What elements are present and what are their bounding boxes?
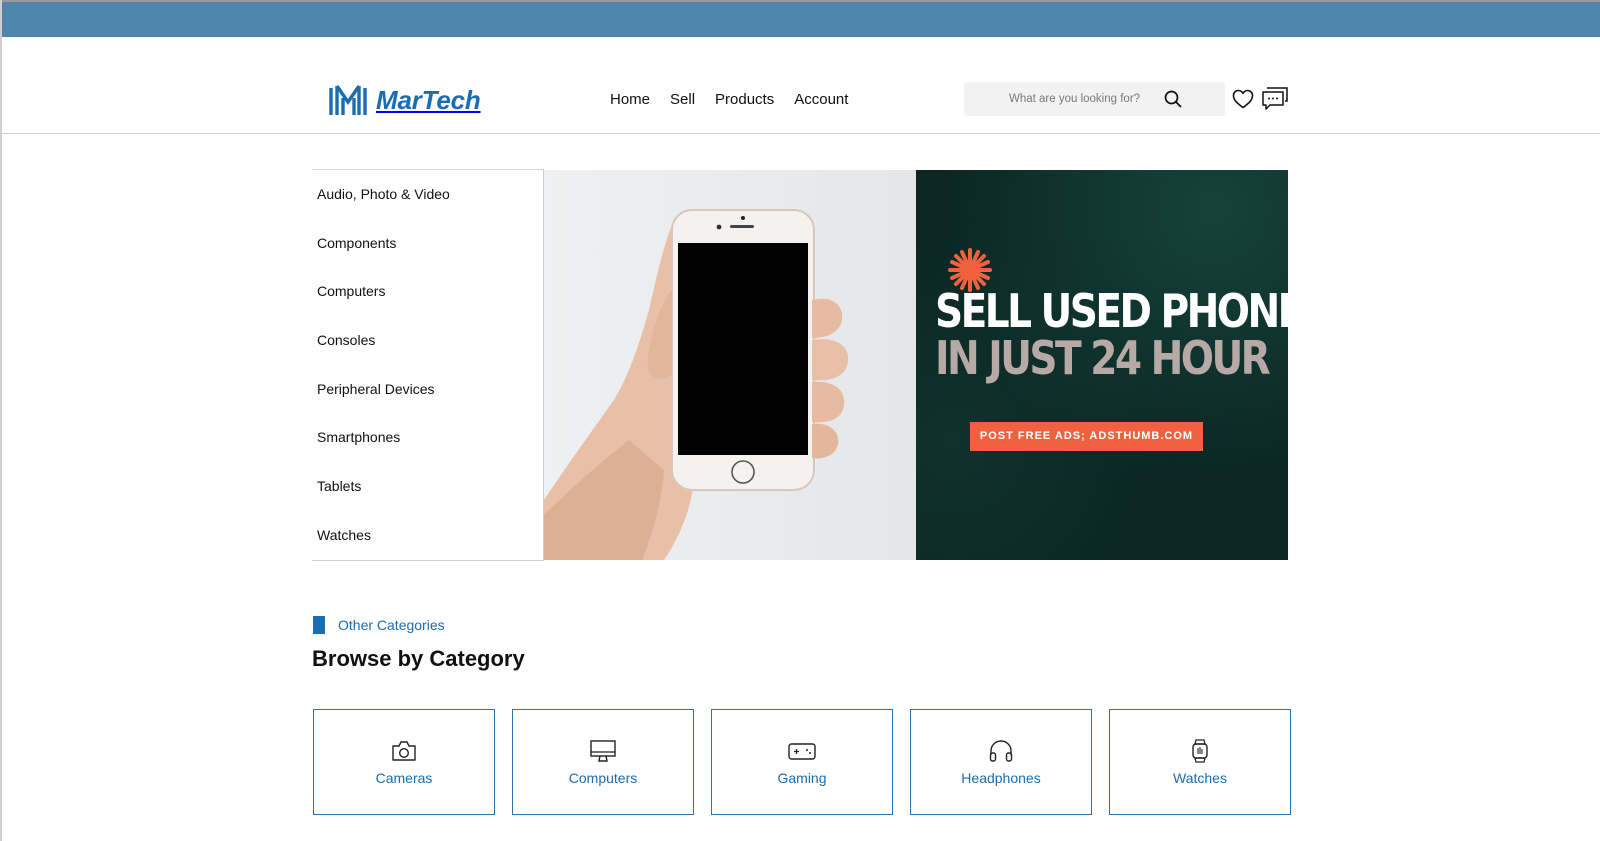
section-title: Browse by Category xyxy=(312,646,525,671)
martech-logo-icon xyxy=(328,82,368,118)
category-cards: Cameras Computers Gaming Headphones Watc… xyxy=(313,709,1291,815)
card-label: Gaming xyxy=(777,770,827,786)
section-tag: Other Categories xyxy=(313,616,445,634)
category-sidebar: Audio, Photo & Video Components Computer… xyxy=(312,169,544,561)
search-input[interactable] xyxy=(1009,93,1159,105)
banner-cta-button[interactable]: POST FREE ADS; ADSTHUMB.COM xyxy=(970,422,1203,451)
headphones-icon xyxy=(988,738,1014,764)
nav-products[interactable]: Products xyxy=(715,91,774,108)
promo-banner[interactable]: SELL USED PHONE IN JUST 24 HOUR POST FRE… xyxy=(544,170,1288,560)
watch-icon xyxy=(1190,738,1210,764)
heart-icon[interactable] xyxy=(1232,89,1254,114)
category-card-cameras[interactable]: Cameras xyxy=(313,709,495,815)
chat-icon[interactable] xyxy=(1261,86,1289,117)
main-nav: Home Sell Products Account xyxy=(610,91,848,108)
card-label: Computers xyxy=(568,770,638,786)
monitor-icon xyxy=(589,738,617,764)
sidebar-item-computers[interactable]: Computers xyxy=(312,267,544,316)
top-announcement-bar xyxy=(2,2,1600,37)
camera-icon xyxy=(391,738,417,764)
sidebar-item-peripheral-devices[interactable]: Peripheral Devices xyxy=(312,365,544,414)
search-box xyxy=(964,82,1225,116)
sidebar-item-smartphones[interactable]: Smartphones xyxy=(312,413,544,462)
hand-holding-phone-image xyxy=(544,170,916,560)
nav-home[interactable]: Home xyxy=(610,91,650,108)
banner-headline: SELL USED PHONE xyxy=(935,284,1288,338)
sidebar-item-audio-photo-video[interactable]: Audio, Photo & Video xyxy=(312,170,544,219)
card-label: Headphones xyxy=(961,770,1041,786)
card-label: Watches xyxy=(1173,770,1227,786)
category-card-headphones[interactable]: Headphones xyxy=(910,709,1092,815)
sidebar-item-watches[interactable]: Watches xyxy=(312,511,544,560)
category-card-watches[interactable]: Watches xyxy=(1109,709,1291,815)
nav-account[interactable]: Account xyxy=(794,91,848,108)
logo-text: MarTech xyxy=(376,84,481,115)
card-label: Cameras xyxy=(375,770,433,786)
section-tag-label: Other Categories xyxy=(338,617,445,633)
section-tag-marker xyxy=(313,616,325,634)
site-header: MarTech Home Sell Products Account xyxy=(2,37,1600,134)
category-card-gaming[interactable]: Gaming xyxy=(711,709,893,815)
category-card-computers[interactable]: Computers xyxy=(512,709,694,815)
sidebar-item-tablets[interactable]: Tablets xyxy=(312,462,544,511)
search-icon[interactable] xyxy=(1164,90,1182,113)
gamepad-icon xyxy=(787,738,817,764)
sidebar-item-consoles[interactable]: Consoles xyxy=(312,316,544,365)
logo[interactable]: MarTech xyxy=(328,82,481,118)
sidebar-item-components[interactable]: Components xyxy=(312,219,544,268)
banner-text-panel: SELL USED PHONE IN JUST 24 HOUR POST FRE… xyxy=(916,170,1288,560)
banner-subheadline: IN JUST 24 HOUR xyxy=(935,331,1271,385)
nav-sell[interactable]: Sell xyxy=(670,91,695,108)
